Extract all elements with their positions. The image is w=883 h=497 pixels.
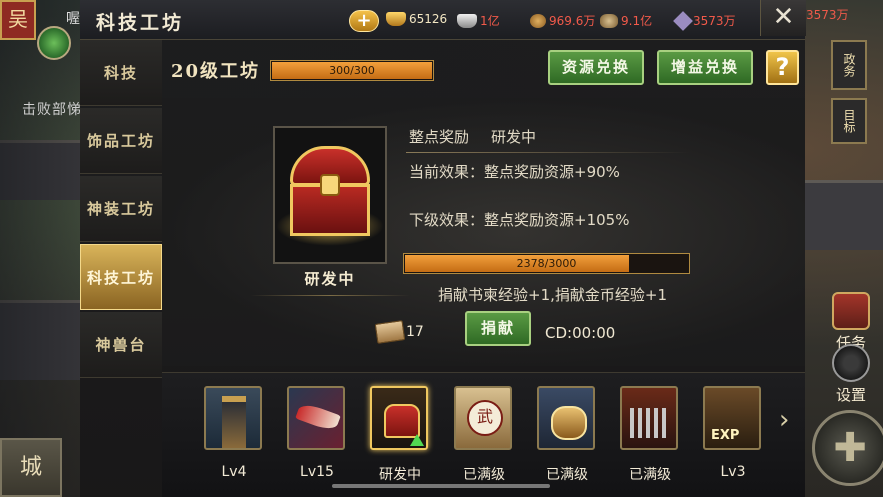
- tab-divine-beast-platform[interactable]: 神兽台: [80, 312, 162, 378]
- item-level-label: Lv4: [221, 464, 247, 480]
- level-progress-bar: 300/300: [270, 60, 434, 81]
- book-icon: [374, 320, 406, 344]
- research-status: 研发中: [491, 128, 537, 146]
- close-icon: ✕: [772, 2, 795, 32]
- resource-value: 969.6万: [549, 14, 596, 28]
- level-progress-text: 300/300: [329, 64, 375, 77]
- research-item-chest[interactable]: 研发中: [370, 386, 430, 483]
- cooldown-timer: CD:00:00: [545, 324, 616, 342]
- chest-lock-icon: [320, 174, 340, 196]
- roof-decoration: [805, 180, 883, 250]
- research-item-fist[interactable]: 已满级: [537, 386, 597, 483]
- home-indicator: [332, 484, 550, 488]
- help-button[interactable]: ?: [766, 50, 799, 85]
- fist-icon: [537, 386, 595, 450]
- donate-info: 捐献书柬经验+1,捐献金币经验+1: [438, 286, 667, 304]
- emblem-icon[interactable]: [37, 26, 71, 60]
- top-right-resource: 3573万: [806, 8, 849, 22]
- settings-button[interactable]: 设置: [826, 344, 876, 405]
- resource-value: 9.1亿: [621, 14, 653, 28]
- donate-button[interactable]: 捐献: [465, 311, 531, 346]
- research-item-blade[interactable]: Lv15: [287, 386, 347, 480]
- item-level-label: 研发中: [379, 467, 421, 483]
- resource-wood: 9.1亿: [600, 12, 652, 29]
- research-item-exp[interactable]: Lv3: [703, 386, 763, 480]
- faction-badge[interactable]: 吴: [0, 0, 36, 40]
- resource-food: 969.6万: [530, 12, 595, 29]
- panel-title: 科技工坊: [96, 12, 185, 34]
- research-item-martial[interactable]: 已满级: [454, 386, 514, 483]
- food-icon: [530, 13, 546, 28]
- settings-label: 设置: [835, 386, 866, 404]
- workshop-level: 20级工坊: [171, 61, 261, 82]
- quest-text[interactable]: 击败部悌: [22, 99, 82, 119]
- action-round-button[interactable]: ✚: [812, 410, 883, 486]
- blade-icon: [287, 386, 345, 450]
- current-effect: 当前效果：整点奖励资源+90%: [409, 163, 620, 181]
- status-divider: [250, 295, 410, 296]
- research-item-tower[interactable]: Lv4: [204, 386, 264, 480]
- wood-icon: [600, 13, 618, 28]
- player-name-peek: 喔: [66, 11, 80, 27]
- next-effect: 下级效果：整点奖励资源+105%: [409, 211, 630, 229]
- resource-value: 1亿: [480, 14, 500, 28]
- plus-cross-icon: ✚: [833, 425, 867, 471]
- silver-ingot-icon: [457, 13, 477, 28]
- goal-button[interactable]: 目标: [831, 98, 867, 144]
- gear-icon: [832, 344, 870, 382]
- tab-accessory-workshop[interactable]: 饰品工坊: [80, 108, 162, 174]
- gem-icon: [673, 10, 693, 31]
- research-item-army[interactable]: 已满级: [620, 386, 680, 483]
- book-count: 17: [406, 324, 424, 340]
- close-button[interactable]: ✕: [760, 0, 806, 36]
- resource-exchange-button[interactable]: 资源兑换: [548, 50, 644, 85]
- resource-gold: 65126: [386, 12, 447, 26]
- army-icon: [620, 386, 678, 450]
- tab-tech[interactable]: 科技: [80, 40, 162, 106]
- chevron-right-icon[interactable]: ›: [779, 405, 797, 435]
- treasure-chest-icon: [276, 146, 384, 246]
- exp-icon: [703, 386, 761, 450]
- research-name: 整点奖励: [409, 128, 470, 146]
- scroll-icon: [832, 292, 870, 330]
- upgrade-arrow-icon: [410, 434, 424, 446]
- government-button[interactable]: 政务: [831, 40, 867, 90]
- resource-silver: 1亿: [457, 12, 500, 29]
- research-status-label: 研发中: [304, 270, 356, 288]
- resource-value: 65126: [409, 12, 448, 26]
- item-level-label: Lv3: [720, 464, 746, 480]
- item-level-label: 已满级: [629, 467, 671, 483]
- gold-ingot-icon: [386, 12, 406, 26]
- tower-icon: [204, 386, 262, 450]
- martial-icon: [454, 386, 512, 450]
- research-progress-text: 2378/3000: [516, 257, 577, 270]
- item-level-label: Lv15: [300, 464, 334, 480]
- resource-gem: 3573万: [673, 10, 736, 31]
- city-button[interactable]: 城: [0, 438, 62, 497]
- add-currency-button[interactable]: +: [349, 10, 379, 32]
- tab-divine-gear-workshop[interactable]: 神装工坊: [80, 176, 162, 242]
- scene-shade: [0, 0, 80, 497]
- chest-icon: [370, 386, 428, 450]
- item-level-label: 已满级: [546, 467, 588, 483]
- resource-value: 3573万: [693, 14, 736, 28]
- item-level-label: 已满级: [463, 467, 505, 483]
- gain-exchange-button[interactable]: 增益兑换: [657, 50, 753, 85]
- research-progress-bar: 2378/3000: [403, 253, 690, 274]
- detail-divider: [406, 152, 690, 153]
- tab-tech-workshop[interactable]: 科技工坊: [80, 244, 162, 310]
